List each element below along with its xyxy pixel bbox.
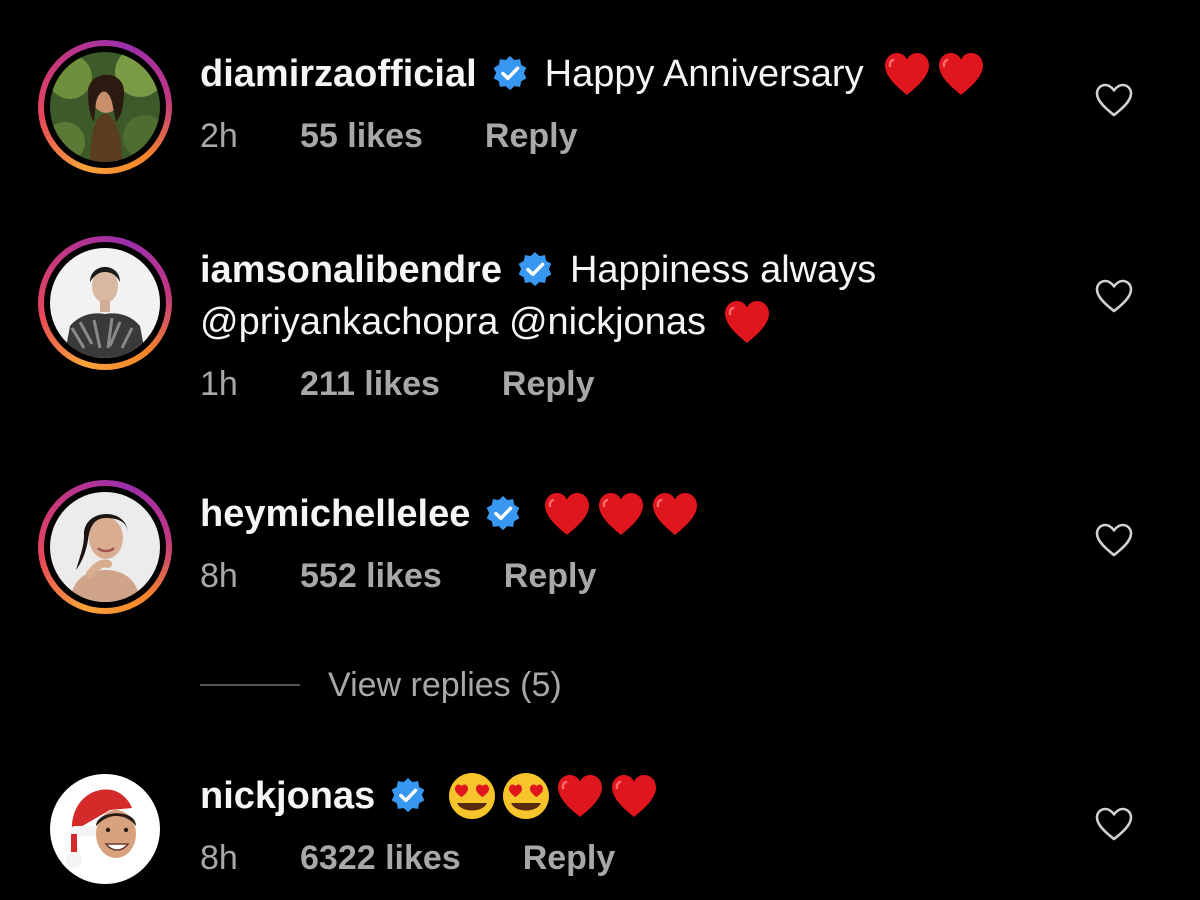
avatar[interactable] — [50, 492, 160, 602]
story-ring[interactable] — [38, 236, 172, 370]
comment-text-line: heymichellelee — [200, 488, 1060, 540]
comment-text-line: nickjonas — [200, 770, 1060, 822]
heart-outline-icon[interactable] — [1094, 82, 1134, 118]
comment-text: Happiness always — [569, 249, 877, 291]
timestamp: 8h — [200, 557, 238, 595]
likes-count[interactable]: 55 likes — [300, 114, 423, 158]
timestamp: 8h — [200, 839, 238, 877]
comment-text-line: iamsonalibendre Happiness always — [200, 244, 1060, 296]
reply-button[interactable]: Reply — [504, 554, 597, 598]
comment-mentions[interactable]: @priyankachopra @nickjonas — [200, 296, 706, 348]
story-ring[interactable] — [38, 480, 172, 614]
comment-meta: 8h 6322 likes Reply — [200, 836, 1060, 880]
avatar[interactable] — [50, 248, 160, 358]
avatar-frame[interactable] — [38, 762, 172, 896]
likes-count[interactable]: 552 likes — [300, 554, 442, 598]
heart-outline-icon[interactable] — [1094, 278, 1134, 314]
reply-button[interactable]: Reply — [485, 114, 578, 158]
red-heart-icon — [596, 491, 646, 537]
verified-badge-icon — [491, 55, 529, 93]
heart-outline-icon[interactable] — [1094, 522, 1134, 558]
view-replies-button[interactable]: View replies (5) — [200, 660, 562, 710]
heart-outline-icon[interactable] — [1094, 806, 1134, 842]
comment-meta: 8h 552 likes Reply — [200, 554, 1060, 598]
username[interactable]: nickjonas — [200, 770, 375, 822]
verified-badge-icon — [389, 777, 427, 815]
timestamp: 1h — [200, 365, 238, 403]
red-heart-icon — [722, 299, 772, 345]
red-heart-icon — [936, 51, 986, 97]
likes-count[interactable]: 6322 likes — [300, 836, 461, 880]
comment-text-line: diamirzaofficial Happy Anniversary — [200, 48, 1060, 100]
username[interactable]: iamsonalibendre — [200, 244, 502, 296]
reply-button[interactable]: Reply — [523, 836, 616, 880]
comment-meta: 2h 55 likes Reply — [200, 114, 1060, 158]
red-heart-icon — [555, 773, 605, 819]
red-heart-icon — [650, 491, 700, 537]
heart-eyes-smiley-icon — [447, 771, 497, 821]
story-ring[interactable] — [38, 40, 172, 174]
avatar[interactable] — [50, 52, 160, 162]
red-heart-icon — [882, 51, 932, 97]
avatar[interactable] — [50, 774, 160, 884]
username[interactable]: diamirzaofficial — [200, 48, 477, 100]
view-replies-label: View replies (5) — [328, 665, 562, 704]
reply-button[interactable]: Reply — [502, 362, 595, 406]
verified-badge-icon — [516, 251, 554, 289]
heart-eyes-smiley-icon — [501, 771, 551, 821]
username[interactable]: heymichellelee — [200, 488, 470, 540]
comment-text: Happy Anniversary — [544, 53, 864, 95]
comment-text-line: @priyankachopra @nickjonas — [200, 296, 1060, 348]
red-heart-icon — [542, 491, 592, 537]
comment-meta: 1h 211 likes Reply — [200, 362, 1060, 406]
timestamp: 2h — [200, 117, 238, 155]
verified-badge-icon — [484, 495, 522, 533]
red-heart-icon — [609, 773, 659, 819]
likes-count[interactable]: 211 likes — [300, 362, 440, 406]
replies-divider — [200, 684, 300, 686]
